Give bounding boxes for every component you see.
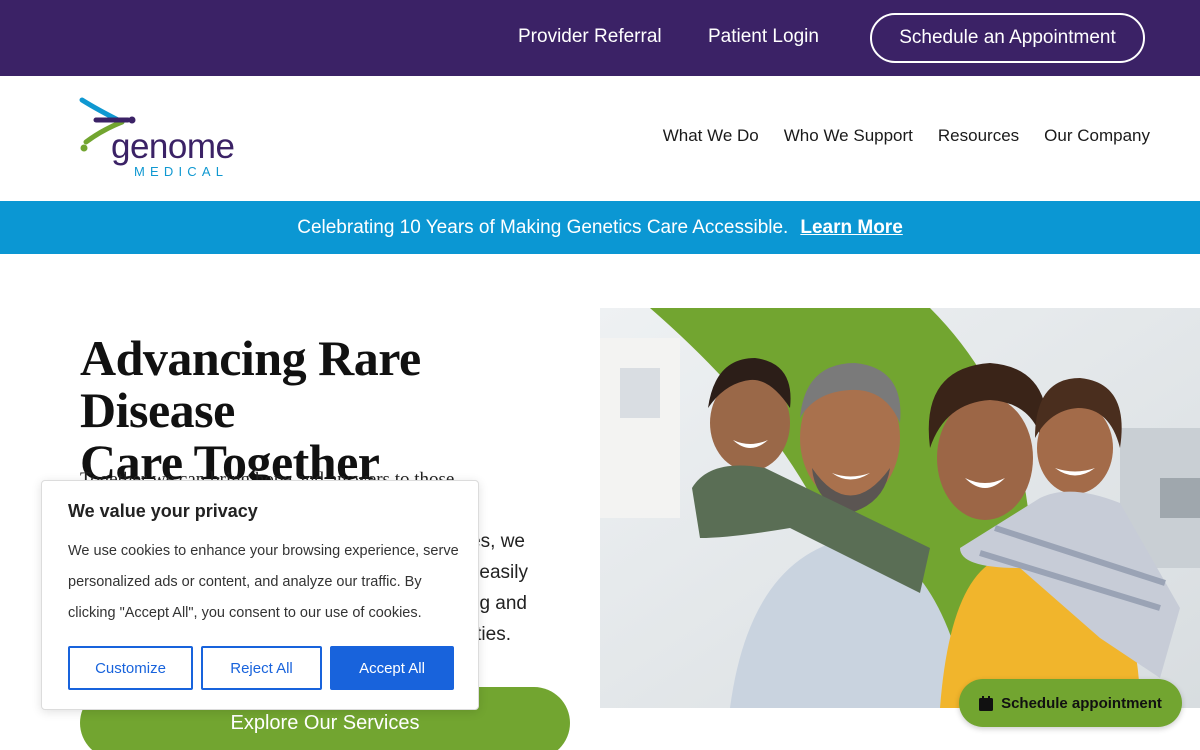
main-nav: What We Do Who We Support Resources Our … [663, 126, 1150, 146]
hero-title-line-1: Advancing Rare Disease [80, 330, 421, 438]
site-header: genome MEDICAL What We Do Who We Support… [0, 76, 1200, 201]
family-photo-icon [600, 308, 1200, 708]
hero-family-image [600, 308, 1200, 708]
logo-subtitle: MEDICAL [134, 164, 229, 179]
nav-resources[interactable]: Resources [938, 126, 1019, 146]
cookie-consent-dialog: We value your privacy We use cookies to … [41, 480, 479, 710]
patient-login-link[interactable]: Patient Login [708, 25, 819, 49]
schedule-appointment-button[interactable]: Schedule an Appointment [870, 13, 1145, 63]
cookie-customize-button[interactable]: Customize [68, 646, 193, 690]
nav-who-we-support[interactable]: Who We Support [784, 126, 913, 146]
genome-medical-logo[interactable]: genome MEDICAL [78, 96, 268, 182]
calendar-icon [979, 695, 994, 711]
floating-schedule-button[interactable]: Schedule appointment [959, 679, 1182, 727]
announcement-banner: Celebrating 10 Years of Making Genetics … [0, 201, 1200, 254]
cookie-text: We use cookies to enhance your browsing … [68, 543, 459, 621]
learn-more-link[interactable]: Learn More [800, 217, 902, 239]
cookie-accept-button[interactable]: Accept All [330, 646, 454, 690]
floating-schedule-label: Schedule appointment [1001, 694, 1162, 712]
nav-what-we-do[interactable]: What We Do [663, 126, 759, 146]
provider-referral-link[interactable]: Provider Referral [518, 25, 662, 49]
logo-wordmark: genome [111, 127, 235, 166]
cookie-title: We value your privacy [68, 501, 258, 521]
cookie-reject-button[interactable]: Reject All [201, 646, 322, 690]
top-utility-bar: Provider Referral Patient Login Schedule… [0, 0, 1200, 76]
nav-our-company[interactable]: Our Company [1044, 126, 1150, 146]
banner-text: Celebrating 10 Years of Making Genetics … [297, 216, 789, 238]
